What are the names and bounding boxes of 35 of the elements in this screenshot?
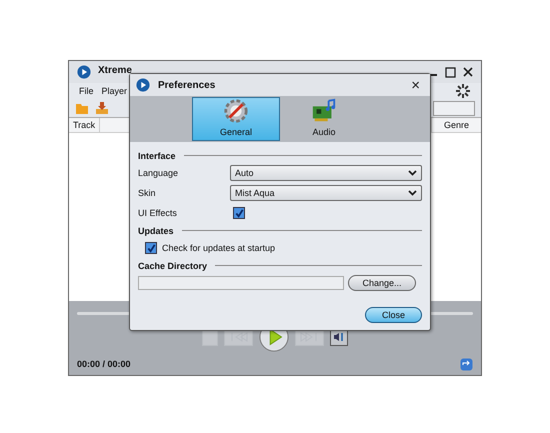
- maximize-icon[interactable]: [445, 66, 456, 78]
- section-heading: Cache Directory: [138, 260, 208, 270]
- close-button[interactable]: ×: [407, 78, 424, 92]
- sound-card-icon: [311, 98, 337, 124]
- checkbox-label: Check for updates at startup: [162, 243, 276, 253]
- menu-item[interactable]: File: [79, 86, 94, 96]
- window-title: Xtreme: [98, 64, 132, 76]
- column-header[interactable]: Track: [69, 118, 100, 132]
- chevron-icon: [408, 170, 417, 176]
- language-dropdown[interactable]: Auto: [230, 165, 422, 181]
- close-button[interactable]: Close: [365, 307, 422, 323]
- checkbox[interactable]: [233, 207, 245, 219]
- search-field[interactable]: [433, 100, 475, 116]
- section-heading: Updates: [138, 226, 174, 236]
- tab[interactable]: Audio: [280, 97, 368, 141]
- download-icon[interactable]: [95, 101, 109, 115]
- repeat-icon[interactable]: [460, 358, 473, 370]
- play-logo-icon: [77, 65, 91, 79]
- tab[interactable]: General: [192, 97, 280, 141]
- dialog-title: Preferences: [158, 80, 216, 90]
- change-button[interactable]: Change...: [348, 275, 416, 291]
- menu-item[interactable]: Player: [102, 86, 128, 96]
- section-heading: Interface: [138, 150, 176, 160]
- checkbox[interactable]: [145, 242, 157, 254]
- field-label: Language: [138, 168, 180, 178]
- chevron-icon: [408, 190, 417, 196]
- time-display: 00:00 / 00:00: [77, 359, 131, 369]
- spinner-icon: [455, 83, 471, 99]
- field-label: UI Effects: [138, 208, 178, 218]
- play-logo-icon: [136, 78, 150, 92]
- skin-dropdown[interactable]: Mist Aqua: [230, 185, 422, 201]
- close-icon[interactable]: [463, 67, 473, 77]
- field-label: Skin: [138, 188, 157, 198]
- directory-field[interactable]: [138, 276, 344, 290]
- gear-icon: [223, 98, 249, 124]
